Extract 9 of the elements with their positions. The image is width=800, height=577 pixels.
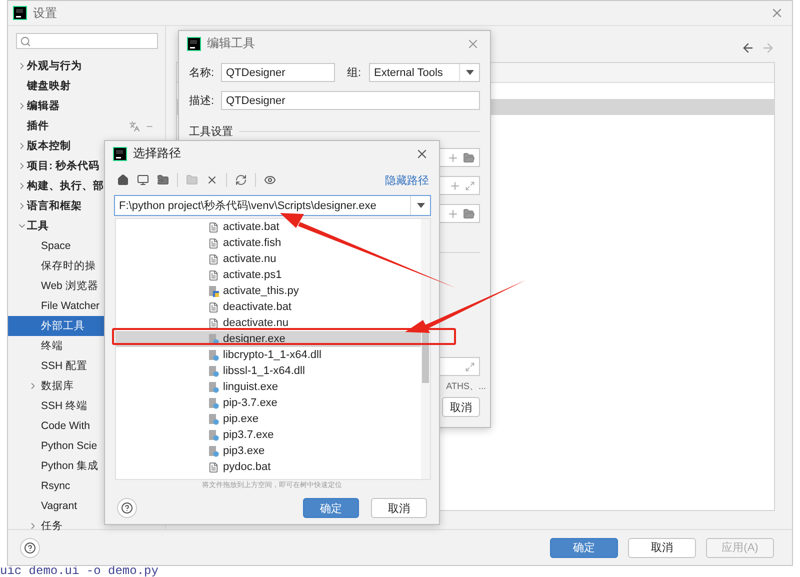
field-label: 组: <box>347 66 362 80</box>
code-line: uic demo.ui -o demo.py <box>0 565 158 577</box>
field-label: 描述: <box>189 94 216 108</box>
dialog-title: 编辑工具 <box>207 35 255 52</box>
dialog-title: 选择路径 <box>133 145 181 162</box>
field-label: 名称: <box>189 66 216 80</box>
section-title: 工具设置 <box>189 125 233 139</box>
window-title: 设置 <box>33 4 58 22</box>
hint-text: ATHS、... <box>446 380 486 393</box>
